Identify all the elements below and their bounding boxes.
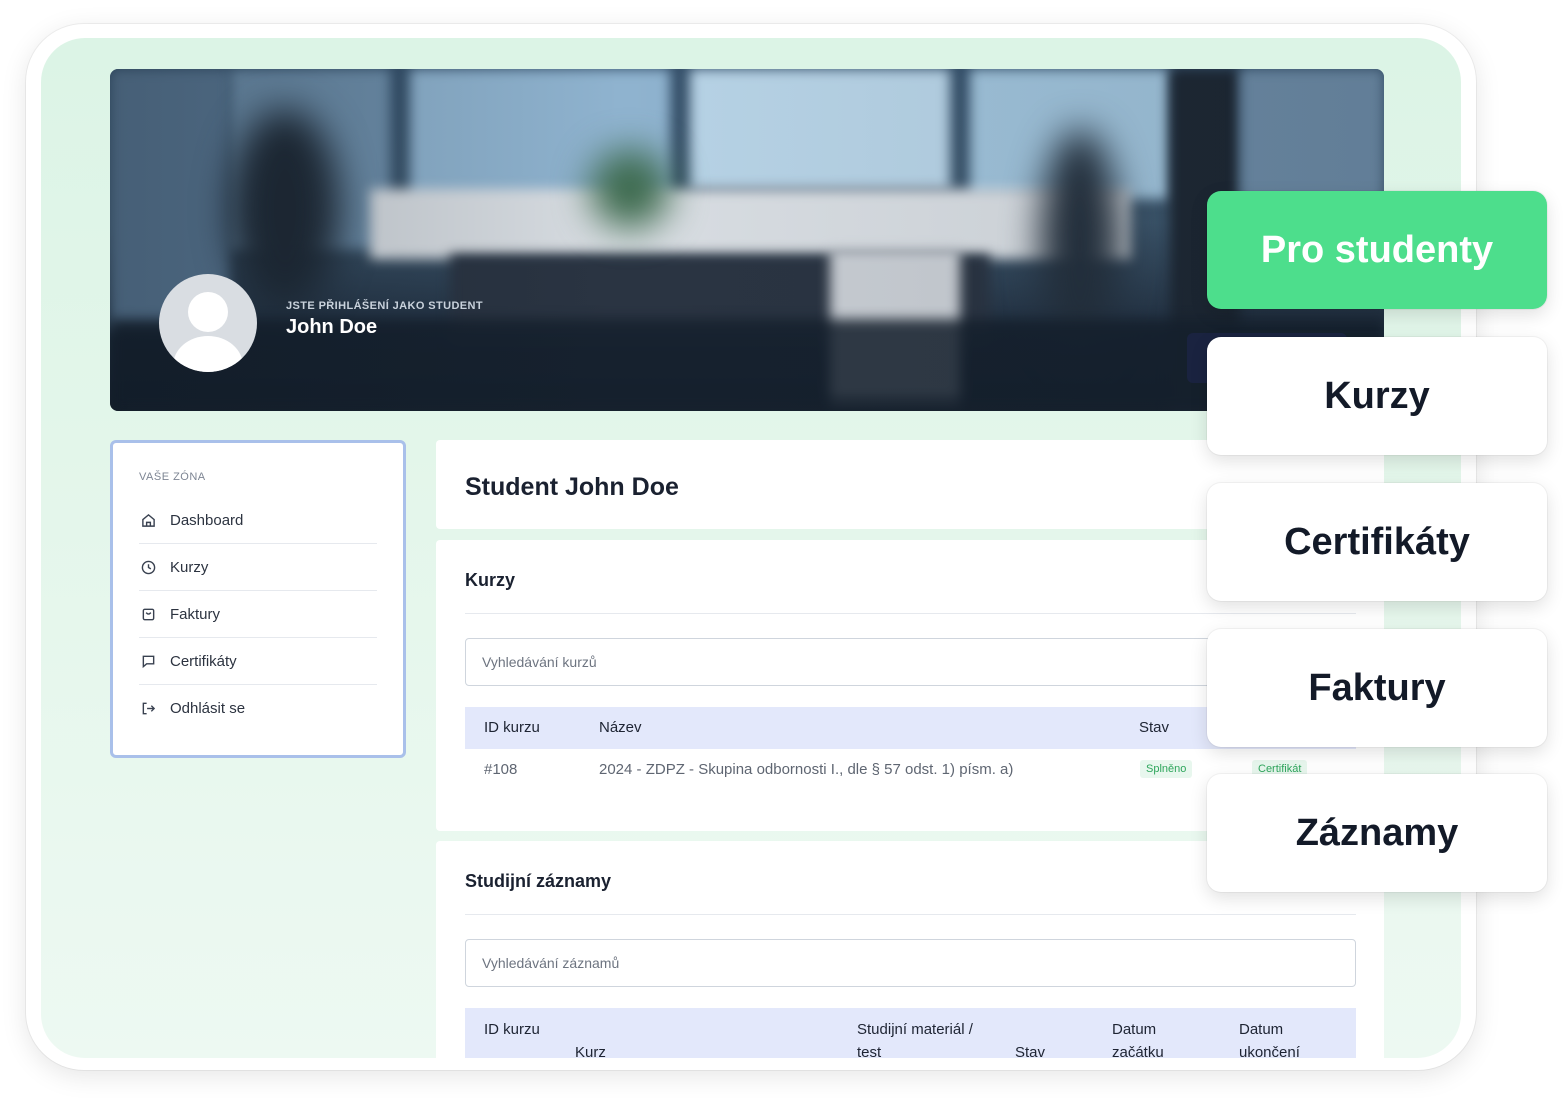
status-badge: Splněno bbox=[1140, 760, 1193, 778]
column-header-start-date: Datum začátku bbox=[1112, 1021, 1164, 1058]
home-icon bbox=[139, 511, 157, 529]
column-header-id: ID kurzu bbox=[484, 719, 540, 736]
avatar bbox=[159, 274, 257, 372]
sidebar-item-odhlasit[interactable]: Odhlásit se bbox=[139, 685, 377, 732]
column-header-material: Studijní materiál / test bbox=[857, 1021, 973, 1058]
bag-icon bbox=[139, 605, 157, 623]
profile-hero-banner: JSTE PŘIHLÁŠENÍ JAKO STUDENT John Doe bbox=[110, 69, 1384, 411]
sidebar-item-label: Certifikáty bbox=[170, 652, 237, 670]
sidebar-section-label: VAŠE ZÓNA bbox=[139, 471, 206, 483]
column-header-id: ID kurzu bbox=[484, 1021, 540, 1038]
courses-title: Kurzy bbox=[465, 570, 516, 590]
card-certifikaty[interactable]: Certifikáty bbox=[1207, 483, 1547, 601]
column-header-status: Stav bbox=[1139, 719, 1170, 736]
login-role-label: JSTE PŘIHLÁŠENÍ JAKO STUDENT bbox=[286, 300, 484, 312]
sidebar-item-dashboard[interactable]: Dashboard bbox=[139, 497, 377, 544]
course-id: #108 bbox=[484, 761, 518, 778]
sidebar-item-label: Odhlásit se bbox=[170, 700, 246, 717]
column-header-end-date: Datum ukončení bbox=[1239, 1021, 1300, 1058]
sidebar-item-label: Dashboard bbox=[170, 511, 244, 529]
user-name: John Doe bbox=[286, 316, 378, 338]
sidebar-item-label: Faktury bbox=[170, 605, 221, 623]
records-search-input[interactable]: Vyhledávání záznamů bbox=[465, 939, 1356, 987]
clock-icon bbox=[139, 558, 157, 576]
course-name: 2024 - ZDPZ - Skupina odbornosti I., dle… bbox=[599, 761, 1014, 778]
divider bbox=[465, 613, 1356, 614]
card-zaznamy[interactable]: Záznamy bbox=[1207, 774, 1547, 892]
sidebar-item-kurzy[interactable]: Kurzy bbox=[139, 544, 377, 591]
sidebar-item-certifikaty[interactable]: Certifikáty bbox=[139, 638, 377, 685]
page-title: Student John Doe bbox=[465, 473, 679, 501]
sidebar-item-label: Kurzy bbox=[170, 558, 209, 576]
column-header-name: Název bbox=[599, 719, 642, 736]
sidebar: VAŠE ZÓNA Dashboard Kurzy Faktury Certif… bbox=[110, 440, 406, 758]
sidebar-item-faktury[interactable]: Faktury bbox=[139, 591, 377, 638]
column-header-course: Kurz bbox=[575, 1044, 606, 1058]
search-placeholder: Vyhledávání záznamů bbox=[482, 955, 620, 971]
card-kurzy[interactable]: Kurzy bbox=[1207, 337, 1547, 455]
column-header-status: Stav bbox=[1015, 1044, 1046, 1058]
records-table-header: ID kurzu Kurz Studijní materiál / test S… bbox=[465, 1008, 1356, 1058]
logout-icon bbox=[139, 700, 157, 718]
records-title: Studijní záznamy bbox=[465, 871, 612, 891]
card-pro-studenty[interactable]: Pro studenty bbox=[1207, 191, 1547, 309]
search-placeholder: Vyhledávání kurzů bbox=[482, 654, 597, 670]
card-faktury[interactable]: Faktury bbox=[1207, 629, 1547, 747]
divider bbox=[465, 914, 1356, 915]
message-icon bbox=[139, 652, 157, 670]
